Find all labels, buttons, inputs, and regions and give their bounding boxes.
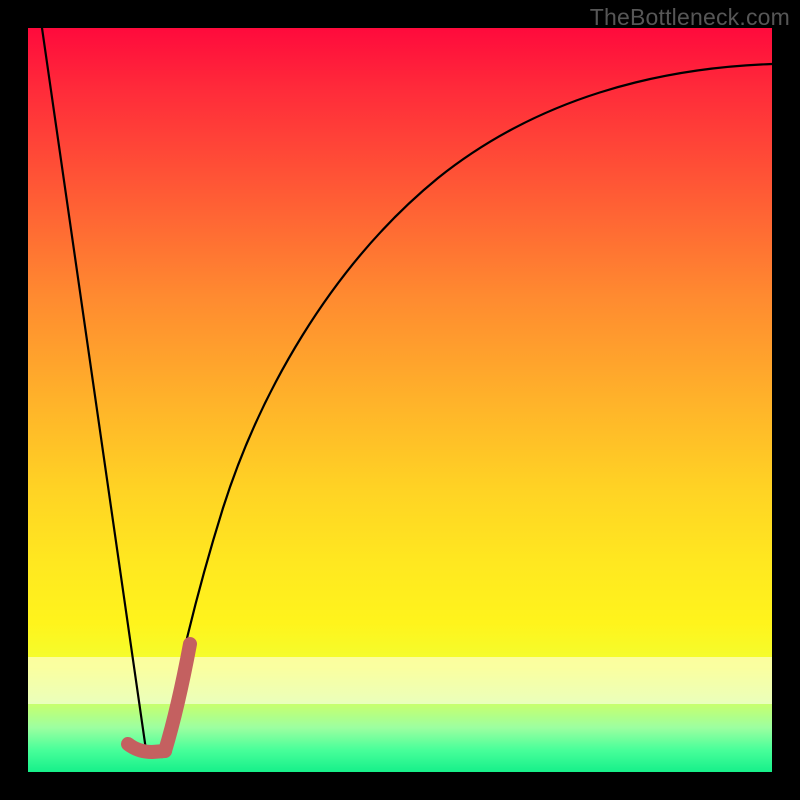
- chart-frame: TheBottleneck.com: [0, 0, 800, 800]
- thick-rising-segment: [165, 644, 190, 751]
- chart-plot-area: [28, 28, 772, 772]
- right-curve-path: [162, 64, 772, 757]
- watermark-text: TheBottleneck.com: [590, 4, 790, 31]
- left-line-path: [42, 28, 147, 757]
- chart-curves-svg: [28, 28, 772, 772]
